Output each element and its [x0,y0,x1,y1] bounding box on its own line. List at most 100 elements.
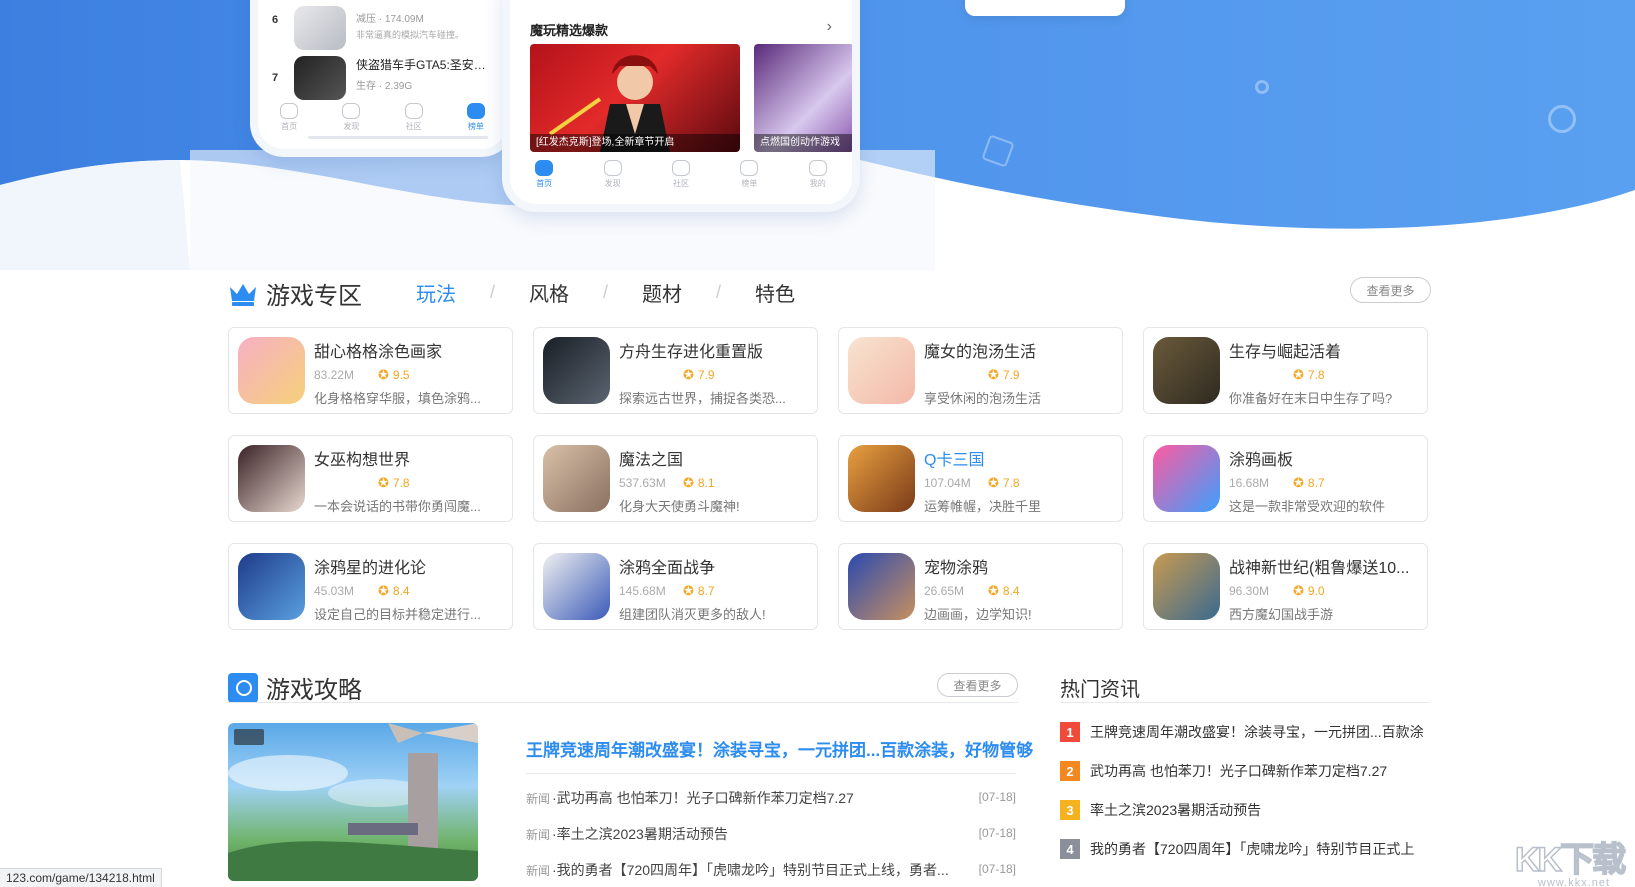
game-info: 方舟生存进化重置版 ✪ 7.9 探索远古世界，捕捉各类恐... [619,337,807,406]
game-card[interactable]: 涂鸦画板 16.68M ✪ 8.7 这是一款非常受欢迎的软件 [1143,435,1428,522]
game-name[interactable]: 生存与崛起活着 [1229,338,1417,362]
game-info: 女巫构想世界 ✪ 7.8 一本会说话的书带你勇闯魔... [314,445,502,514]
hot-news-link[interactable]: 王牌竞速周年潮改盛宴！涂装寻宝，一元拼团...百款涂 [1090,722,1424,742]
profile-icon [808,160,827,176]
tab-discover[interactable]: 发现 [603,160,622,189]
game-icon[interactable] [543,445,610,512]
chevron-right-icon[interactable]: › [827,18,832,36]
game-info: 战神新世纪(粗鲁爆送10... 96.30M ✪ 9.0 西方魔幻国战手游 [1229,553,1417,622]
discover-icon [603,160,622,176]
site-watermark-logo: KK下载 www.kkx.net [1514,832,1633,887]
game-card[interactable]: 女巫构想世界 ✪ 7.8 一本会说话的书带你勇闯魔... [228,435,513,522]
game-icon[interactable] [1153,553,1220,620]
rank-row: 6 减压 · 174.09M 非常逼真的模拟汽车碰撞。 [272,6,496,50]
star-icon: ✪ [988,583,999,598]
filter-tab-theme[interactable]: 题材 [642,278,682,307]
game-name[interactable]: 女巫构想世界 [314,446,502,470]
game-card[interactable]: Q卡三国 107.04M ✪ 7.8 运筹帷幄，决胜千里 [838,435,1123,522]
star-icon: ✪ [1293,367,1304,382]
game-info: 涂鸦全面战争 145.68M ✪ 8.7 组建团队消灭更多的敌人! [619,553,807,622]
tab-ranking[interactable]: 榜单 [466,103,485,132]
game-icon[interactable] [238,445,305,512]
tab-community[interactable]: 社区 [671,160,690,189]
tab-community[interactable]: 社区 [404,103,423,132]
hot-news-link[interactable]: 我的勇者【720四周年】「虎啸龙吟」特别节目正式上 [1090,839,1414,859]
game-card[interactable]: 魔法之国 537.63M ✪ 8.1 化身大天使勇斗魔神! [533,435,818,522]
divider [228,702,1018,703]
game-card[interactable]: 魔女的泡汤生活 ✪ 7.9 享受休闲的泡汤生活 [838,327,1123,414]
game-info: 魔法之国 537.63M ✪ 8.1 化身大天使勇斗魔神! [619,445,807,514]
game-icon[interactable] [848,553,915,620]
game-meta: 45.03M ✪ 8.4 [314,583,502,599]
divider [526,773,1016,774]
filter-tab-gameplay[interactable]: 玩法 [416,278,456,307]
game-icon[interactable] [848,337,915,404]
hot-news-item[interactable]: 4 我的勇者【720四周年】「虎啸龙吟」特别节目正式上 [1060,839,1430,859]
game-card[interactable]: 甜心格格涂色画家 83.22M ✪ 9.5 化身格格穿华服，填色涂鸦... [228,327,513,414]
game-info: 魔女的泡汤生活 ✪ 7.9 享受休闲的泡汤生活 [924,337,1112,406]
game-name[interactable]: 涂鸦星的进化论 [314,554,502,578]
game-card[interactable]: 宠物涂鸦 26.65M ✪ 8.4 边画画，边学知识! [838,543,1123,630]
hero-top-button[interactable] [965,0,1125,16]
star-icon: ✪ [683,583,694,598]
game-name[interactable]: 宠物涂鸦 [924,554,1112,578]
news-row[interactable]: 新闻 ·我的勇者【720四周年】「虎啸龙吟」特别节目正式上线，勇者... [07-1… [526,860,1016,880]
news-row[interactable]: 新闻 ·率土之滨2023暑期活动预告 [07-18] [526,824,1016,844]
hot-news-item[interactable]: 3 率土之滨2023暑期活动预告 [1060,800,1430,820]
game-name[interactable]: 涂鸦全面战争 [619,554,807,578]
tab-home[interactable]: 首页 [535,160,554,189]
news-row[interactable]: 新闻 ·武功再高 也怕苯刀！光子口碑新作苯刀定档7.27 [07-18] [526,788,1016,808]
tab-ranking[interactable]: 榜单 [740,160,759,189]
gta-icon [294,56,346,100]
tab-me[interactable]: 我的 [808,160,827,189]
featured-banner[interactable]: [红发杰克斯]登场,全新章节开启 [530,44,740,152]
news-link[interactable]: ·武功再高 也怕苯刀！光子口碑新作苯刀定档7.27 [552,788,969,808]
game-name[interactable]: 甜心格格涂色画家 [314,338,502,362]
hot-news-item[interactable]: 2 武功再高 也怕苯刀！光子口碑新作苯刀定档7.27 [1060,761,1430,781]
game-icon[interactable] [238,553,305,620]
game-icon[interactable] [238,337,305,404]
tab-home[interactable]: 首页 [280,103,299,132]
featured-banner[interactable]: 点燃国创动作游戏 [754,44,852,152]
rank-number: 7 [272,72,279,84]
game-desc: 组建团队消灭更多的敌人! [619,607,766,622]
game-name[interactable]: Q卡三国 [924,446,1112,470]
game-name[interactable]: 魔法之国 [619,446,807,470]
filter-tab-feature[interactable]: 特色 [755,278,795,307]
game-name[interactable]: 魔女的泡汤生活 [924,338,1112,362]
game-score: 7.9 [1002,368,1020,382]
game-name[interactable]: 战神新世纪(粗鲁爆送10... [1229,554,1417,578]
guide-more-button[interactable]: 查看更多 [937,673,1018,697]
game-meta: ✪ 7.8 [1229,367,1417,383]
phone-mockup-ranking: 6 减压 · 174.09M 非常逼真的模拟汽车碰撞。 7 侠盗猎车手GTA5:… [250,0,515,157]
game-icon[interactable] [1153,337,1220,404]
game-info: 宠物涂鸦 26.65M ✪ 8.4 边画画，边学知识! [924,553,1112,622]
game-card[interactable]: 方舟生存进化重置版 ✪ 7.9 探索远古世界，捕捉各类恐... [533,327,818,414]
game-card[interactable]: 战神新世纪(粗鲁爆送10... 96.30M ✪ 9.0 西方魔幻国战手游 [1143,543,1428,630]
filter-tab-style[interactable]: 风格 [529,278,569,307]
hot-news-link[interactable]: 率土之滨2023暑期活动预告 [1090,800,1261,820]
hot-news-link[interactable]: 武功再高 也怕苯刀！光子口碑新作苯刀定档7.27 [1090,761,1387,781]
news-link[interactable]: ·率土之滨2023暑期活动预告 [552,824,969,844]
game-name[interactable]: 方舟生存进化重置版 [619,338,807,362]
zone-more-button[interactable]: 查看更多 [1350,277,1431,303]
news-link[interactable]: ·我的勇者【720四周年】「虎啸龙吟」特别节目正式上线，勇者... [552,860,969,880]
game-icon[interactable] [543,337,610,404]
home-indicator [308,136,488,139]
game-icon [294,6,346,50]
game-card[interactable]: 生存与崛起活着 ✪ 7.8 你准备好在末日中生存了吗? [1143,327,1428,414]
game-icon[interactable] [1153,445,1220,512]
guide-thumbnail[interactable] [228,723,478,881]
featured-guide-link[interactable]: 王牌竞速周年潮改盛宴！涂装寻宝，一元拼团...百款涂装，好物管够 [526,736,1033,761]
rank-badge: 3 [1060,800,1080,820]
news-tag: 新闻 [526,828,551,842]
game-name[interactable]: 涂鸦画板 [1229,446,1417,470]
windmill-illustration [228,723,478,881]
game-card[interactable]: 涂鸦全面战争 145.68M ✪ 8.7 组建团队消灭更多的敌人! [533,543,818,630]
game-icon[interactable] [848,445,915,512]
hot-news-item[interactable]: 1 王牌竞速周年潮改盛宴！涂装寻宝，一元拼团...百款涂 [1060,722,1430,742]
game-icon[interactable] [543,553,610,620]
star-icon: ✪ [378,475,389,490]
game-card[interactable]: 涂鸦星的进化论 45.03M ✪ 8.4 设定自己的目标并稳定进行... [228,543,513,630]
tab-discover[interactable]: 发现 [342,103,361,132]
